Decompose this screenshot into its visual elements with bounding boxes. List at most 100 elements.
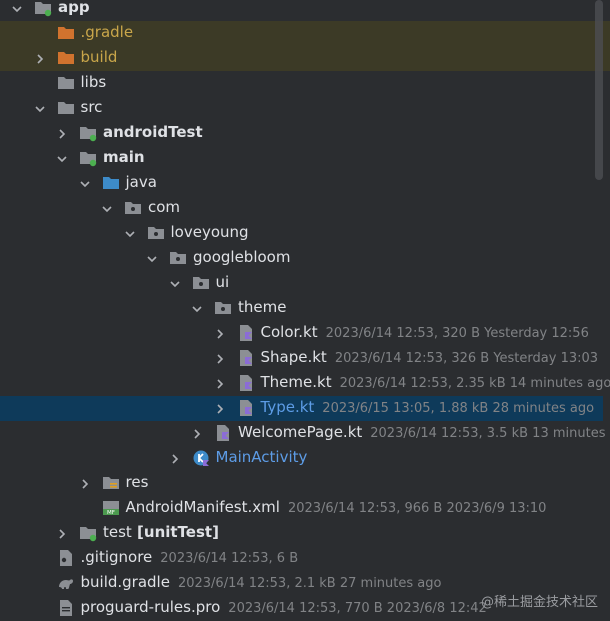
watermark: @稀土掘金技术社区: [481, 591, 598, 610]
package-icon: [147, 224, 165, 242]
file-metadata: 2023/6/14 12:53, 6 B: [160, 551, 298, 566]
tree-row-mainactivity[interactable]: MainActivity: [0, 446, 610, 471]
file-metadata: 2023/6/14 12:53, 320 B Yesterday 12:56: [326, 326, 589, 341]
project-tree[interactable]: app .gradle build libs srcandroidTest main jav…: [0, 0, 610, 616]
svg-text:MF: MF: [107, 510, 115, 516]
source-root-folder-icon: [102, 174, 120, 192]
kotlin-file-icon: [237, 349, 255, 367]
tree-row-theme-kt[interactable]: Theme.kt2023/6/14 12:53, 2.35 kB 14 minu…: [0, 371, 610, 396]
node-name: googlebloom: [193, 248, 290, 266]
chevron-right-icon[interactable]: [214, 378, 226, 390]
file-metadata: 2023/6/14 12:53, 2.35 kB 14 minutes ago: [340, 376, 610, 391]
kotlin-file-icon: [237, 324, 255, 342]
chevron-right-icon[interactable]: [56, 528, 68, 540]
tree-row-label: com: [148, 198, 180, 216]
tree-row-libs[interactable]: libs: [0, 71, 610, 96]
node-name: loveyoung: [171, 223, 249, 241]
chevron-right-icon[interactable]: [191, 428, 203, 440]
node-name: java: [126, 173, 157, 191]
chevron-down-icon[interactable]: [146, 253, 158, 265]
chevron-down-icon[interactable]: [34, 103, 46, 115]
tree-row-label: loveyoung: [171, 223, 249, 241]
tree-row-color-kt[interactable]: Color.kt 2023/6/14 12:53, 320 B Yesterday…: [0, 321, 610, 346]
tree-row-label: src: [81, 98, 103, 116]
chevron-down-icon[interactable]: [101, 203, 113, 215]
source-set-folder-icon: [79, 124, 97, 142]
chevron-right-icon[interactable]: [214, 353, 226, 365]
tree-row-manifest[interactable]: MF AndroidManifest.xml 2023/6/14 12:53, 96…: [0, 496, 610, 521]
tree-row-gradle-dir[interactable]: .gradle: [0, 21, 610, 46]
node-name: WelcomePage.kt: [238, 423, 362, 441]
tree-row-app[interactable]: app: [0, 0, 610, 21]
tree-row-label: Shape.kt2023/6/14 12:53, 326 B Yesterday…: [261, 348, 599, 366]
tree-row-label: Color.kt 2023/6/14 12:53, 320 B Yesterday…: [261, 323, 589, 341]
chevron-down-icon[interactable]: [124, 228, 136, 240]
node-name: AndroidManifest.xml: [126, 498, 280, 516]
tree-row-label: WelcomePage.kt2023/6/14 12:53, 3.5 kB 13…: [238, 423, 610, 441]
tree-row-androidTest[interactable]: androidTest: [0, 121, 610, 146]
package-icon: [214, 299, 232, 317]
module-folder-icon: [34, 0, 52, 17]
node-name: libs: [81, 73, 107, 91]
tree-row-loveyoung[interactable]: loveyoung: [0, 221, 610, 246]
tree-row-label: proguard-rules.pro2023/6/14 12:53, 770 B…: [81, 598, 487, 616]
tree-row-label: AndroidManifest.xml 2023/6/14 12:53, 966 …: [126, 498, 547, 516]
chevron-down-icon[interactable]: [11, 3, 23, 15]
node-name: Color.kt: [261, 323, 318, 341]
tree-row-type-kt[interactable]: Type.kt2023/6/15 13:05, 1.88 kB 28 minut…: [0, 396, 603, 421]
tree-row-com[interactable]: com: [0, 196, 610, 221]
node-name: res: [126, 473, 149, 491]
tree-row-label: .gradle: [81, 23, 134, 41]
file-metadata: 2023/6/14 12:53, 326 B Yesterday 13:03: [335, 351, 598, 366]
chevron-down-icon[interactable]: [191, 303, 203, 315]
kotlin-class-icon: [192, 449, 210, 467]
node-name: src: [81, 98, 103, 116]
node-name: Type.kt: [261, 398, 315, 416]
tree-row-welcomepage-kt[interactable]: WelcomePage.kt2023/6/14 12:53, 3.5 kB 13…: [0, 421, 610, 446]
tree-row-build-dir[interactable]: build: [0, 46, 610, 71]
tree-row-label: googlebloom: [193, 248, 290, 266]
folder-icon: [57, 74, 75, 92]
file-metadata: 2023/6/14 12:53, 966 B 2023/6/9 13:10: [288, 501, 547, 516]
chevron-down-icon[interactable]: [56, 153, 68, 165]
node-name: build: [81, 48, 118, 66]
tree-row-shape-kt[interactable]: Shape.kt2023/6/14 12:53, 326 B Yesterday…: [0, 346, 610, 371]
kotlin-file-icon: [237, 399, 255, 417]
chevron-right-icon[interactable]: [34, 53, 46, 65]
chevron-right-icon[interactable]: [214, 328, 226, 340]
chevron-down-icon[interactable]: [169, 278, 181, 290]
tree-row-label: Theme.kt2023/6/14 12:53, 2.35 kB 14 minu…: [261, 373, 610, 391]
chevron-right-icon[interactable]: [214, 403, 226, 415]
tree-row-theme[interactable]: theme: [0, 296, 610, 321]
tree-row-ui[interactable]: ui: [0, 271, 610, 296]
tree-row-label: .gitignore2023/6/14 12:53, 6 B: [81, 548, 299, 566]
tree-row-java[interactable]: java: [0, 171, 610, 196]
chevron-right-icon[interactable]: [56, 128, 68, 140]
tree-row-gitignore[interactable]: .gitignore2023/6/14 12:53, 6 B: [0, 546, 610, 571]
tree-row-label: Type.kt2023/6/15 13:05, 1.88 kB 28 minut…: [261, 398, 595, 416]
tree-row-src[interactable]: src: [0, 96, 610, 121]
folder-icon: [57, 99, 75, 117]
chevron-right-icon[interactable]: [79, 478, 91, 490]
tree-row-main[interactable]: main: [0, 146, 610, 171]
tree-row-test[interactable]: test [unitTest]: [0, 521, 610, 546]
chevron-right-icon[interactable]: [169, 453, 181, 465]
tree-row-label: app: [58, 0, 90, 16]
tree-row-label: res: [126, 473, 149, 491]
package-icon: [124, 199, 142, 217]
excluded-folder-icon: [57, 24, 75, 42]
source-set-folder-icon: [79, 524, 97, 542]
chevron-down-icon[interactable]: [79, 178, 91, 190]
vertical-scrollbar[interactable]: [595, 0, 603, 180]
manifest-file-icon: MF: [102, 499, 120, 517]
node-name: androidTest: [103, 123, 203, 141]
tree-row-res[interactable]: res: [0, 471, 610, 496]
package-icon: [192, 274, 210, 292]
node-name: MainActivity: [216, 448, 308, 466]
text-file-icon: [57, 599, 75, 617]
tree-row-label: java: [126, 173, 157, 191]
gitignore-file-icon: [57, 549, 75, 567]
tree-row-googlebloom[interactable]: googlebloom: [0, 246, 610, 271]
tree-row-label: build: [81, 48, 118, 66]
kotlin-file-icon: [214, 424, 232, 442]
